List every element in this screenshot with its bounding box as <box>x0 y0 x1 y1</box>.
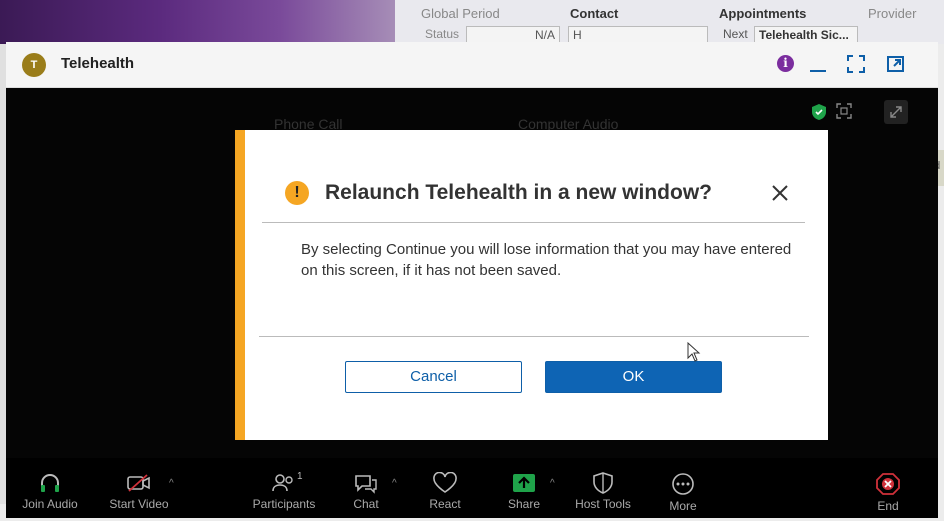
column-provider: Provider <box>868 6 917 21</box>
chat-options-caret-icon[interactable]: ^ <box>392 478 397 489</box>
share-icon <box>513 474 535 492</box>
react-button[interactable]: React <box>405 468 485 518</box>
react-label: React <box>429 497 461 511</box>
relaunch-dialog: ! Relaunch Telehealth in a new window? B… <box>235 130 828 440</box>
mouse-pointer-icon <box>687 342 701 362</box>
column-contact: Contact <box>570 6 619 21</box>
host-tools-button[interactable]: Host Tools <box>563 468 643 518</box>
column-appointments: Appointments <box>719 6 807 21</box>
end-button[interactable]: End <box>848 468 928 518</box>
meeting-toolbar: Join Audio Start Video ^ Participants 1 <box>6 468 938 518</box>
minimize-icon[interactable] <box>809 54 829 74</box>
end-icon <box>876 473 900 495</box>
close-icon <box>772 185 788 201</box>
more-label: More <box>669 499 697 513</box>
host-tools-label: Host Tools <box>575 497 631 511</box>
more-icon <box>672 473 694 495</box>
popout-icon[interactable] <box>886 54 906 74</box>
divider-top <box>262 222 805 223</box>
video-options-caret-icon[interactable]: ^ <box>169 478 174 489</box>
app-banner <box>0 0 400 44</box>
dialog-title: Relaunch Telehealth in a new window? <box>325 181 712 204</box>
start-video-button[interactable]: Start Video <box>99 468 179 518</box>
warning-icon: ! <box>285 181 309 205</box>
chat-icon <box>355 475 377 494</box>
ok-button[interactable]: OK <box>545 361 722 393</box>
participants-label: Participants <box>252 497 316 511</box>
dialog-message: By selecting Continue you will lose info… <box>301 241 792 279</box>
chat-label: Chat <box>353 497 379 511</box>
chat-button[interactable]: Chat <box>326 468 406 518</box>
divider-bottom <box>259 336 809 337</box>
fullscreen-icon[interactable] <box>846 54 866 74</box>
gallery-view-icon[interactable] <box>836 103 852 119</box>
avatar: T <box>22 53 46 77</box>
participants-count: 1 <box>297 471 303 482</box>
info-icon[interactable]: i <box>777 55 794 72</box>
window-title: Telehealth <box>61 55 135 72</box>
column-global-period: Global Period <box>421 6 500 21</box>
expand-icon[interactable] <box>884 100 908 124</box>
share-options-caret-icon[interactable]: ^ <box>550 478 555 489</box>
start-video-label: Start Video <box>109 497 169 511</box>
secure-shield-icon <box>812 104 826 120</box>
telehealth-titlebar: T Telehealth i <box>6 42 938 88</box>
shield-icon <box>593 472 613 494</box>
join-audio-label: Join Audio <box>22 497 78 511</box>
share-label: Share <box>507 497 541 511</box>
close-button[interactable] <box>765 178 795 208</box>
end-label: End <box>877 499 899 513</box>
more-button[interactable]: More <box>643 468 723 518</box>
headphones-icon <box>41 474 59 492</box>
participants-icon <box>272 474 293 492</box>
cancel-button[interactable]: Cancel <box>345 361 522 393</box>
heart-icon <box>433 472 457 493</box>
video-off-icon <box>127 474 150 492</box>
share-button[interactable]: Share <box>484 468 564 518</box>
participants-button[interactable]: Participants <box>244 468 324 518</box>
join-audio-button[interactable]: Join Audio <box>10 468 90 518</box>
